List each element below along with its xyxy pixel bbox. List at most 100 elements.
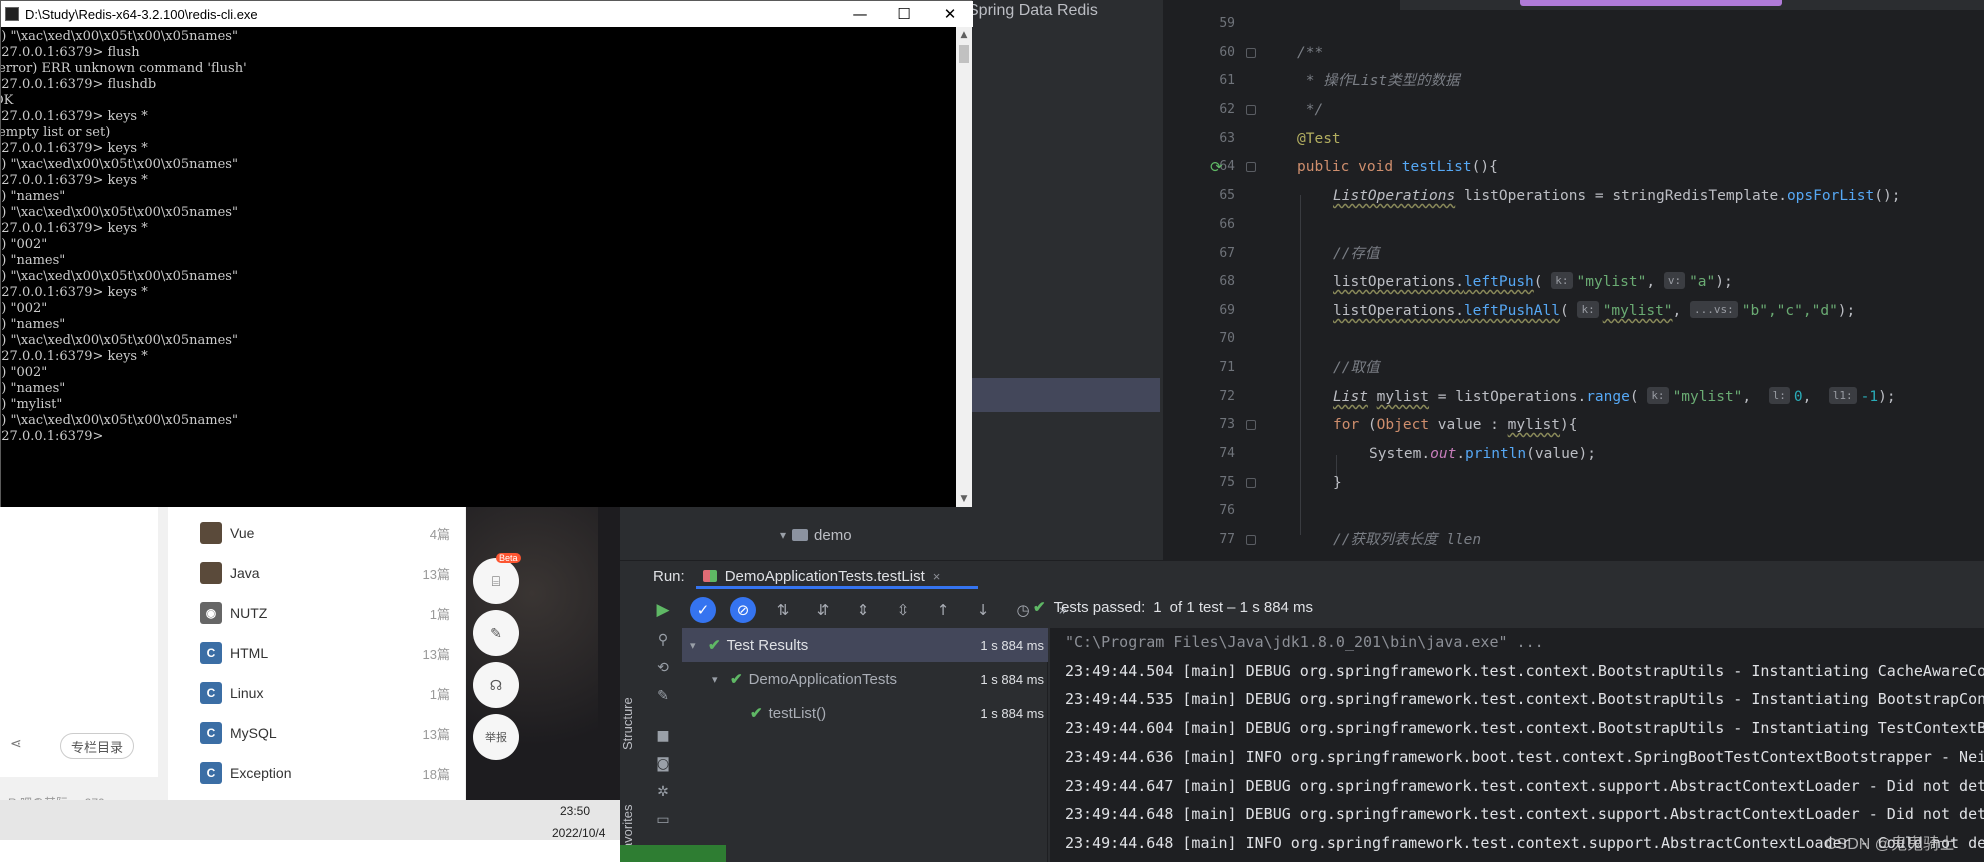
edit-icon[interactable]: ✎ bbox=[473, 610, 519, 656]
terminal-line: OK bbox=[1, 93, 14, 108]
maximize-button[interactable]: ☐ bbox=[881, 1, 927, 27]
terminal-line: 127.0.0.1:6379> bbox=[1, 429, 104, 444]
close-button[interactable]: ✕ bbox=[927, 1, 973, 27]
settings-icon[interactable]: ✲ bbox=[657, 784, 669, 800]
terminal-line: 127.0.0.1:6379> keys * bbox=[1, 285, 148, 300]
line-number: 72 bbox=[1219, 389, 1235, 404]
clock-date[interactable]: 2022/10/4 bbox=[552, 826, 605, 840]
code-token: System. bbox=[1369, 446, 1431, 462]
tests-status: ✔ Tests passed: 1 of 1 test – 1 s 884 ms bbox=[1033, 598, 1313, 617]
category-item[interactable]: C HTML 13篇 bbox=[200, 633, 450, 673]
console-output[interactable]: "C:\Program Files\Java\jdk1.8.0_201\bin\… bbox=[1050, 628, 1984, 862]
category-item[interactable]: ◉ NUTZ 1篇 bbox=[200, 593, 450, 633]
category-item[interactable]: C MySQL 13篇 bbox=[200, 713, 450, 753]
scroll-down-icon[interactable]: ▼ bbox=[956, 491, 972, 507]
code-line: //获取列表长度 llen bbox=[1333, 532, 1482, 548]
fold-marker[interactable] bbox=[1246, 535, 1256, 545]
param-hint: k: bbox=[1577, 301, 1599, 318]
chevron-down-icon[interactable]: ▾ bbox=[712, 673, 724, 686]
code-token: opsForList bbox=[1786, 188, 1875, 204]
fold-marker[interactable] bbox=[1246, 162, 1256, 172]
report-button[interactable]: 举报 bbox=[473, 714, 519, 760]
show-ignored-icon[interactable]: ⊘ bbox=[730, 597, 756, 623]
category-count: 4篇 bbox=[429, 526, 450, 542]
run-label: Run: bbox=[653, 567, 685, 585]
line-number: 68 bbox=[1219, 274, 1235, 289]
status-bar-highlight bbox=[620, 845, 726, 862]
code-token: "mylist" bbox=[1576, 274, 1647, 290]
code-token: void bbox=[1358, 159, 1394, 175]
fold-marker[interactable] bbox=[1246, 420, 1256, 430]
minimize-button[interactable]: — bbox=[837, 1, 883, 27]
code-token: "mylist" bbox=[1602, 303, 1673, 319]
clock-time[interactable]: 23:50 bbox=[560, 804, 590, 818]
code-token: mylist bbox=[1507, 417, 1561, 433]
fold-marker[interactable] bbox=[1246, 105, 1256, 115]
structure-tool-tab[interactable]: Structure bbox=[620, 690, 646, 770]
code-token: listOperations. bbox=[1333, 303, 1464, 319]
toc-button[interactable]: 专栏目录 bbox=[60, 733, 134, 759]
code-line: @Test bbox=[1297, 131, 1341, 147]
fold-marker[interactable] bbox=[1246, 48, 1256, 58]
folder-label: demo bbox=[814, 526, 852, 544]
line-number: 67 bbox=[1219, 246, 1235, 261]
collapse-all-icon[interactable]: ⇳ bbox=[890, 597, 916, 623]
run-test-icon[interactable]: ⟳ bbox=[1210, 158, 1228, 176]
console-line: 23:49:44.648 [main] DEBUG org.springfram… bbox=[1065, 805, 1984, 824]
line-number: 66 bbox=[1219, 217, 1235, 232]
code-line: System.out.println(value); bbox=[1369, 440, 1596, 469]
chevron-down-icon[interactable]: ▾ bbox=[780, 528, 786, 542]
code-token: ); bbox=[1837, 303, 1856, 319]
scroll-up-icon[interactable]: ▲ bbox=[956, 27, 972, 43]
category-item[interactable]: Vue 4篇 bbox=[200, 513, 450, 553]
code-token: 0 bbox=[1793, 389, 1803, 405]
fold-marker[interactable] bbox=[1246, 478, 1256, 488]
chevron-down-icon[interactable]: ▾ bbox=[690, 639, 702, 652]
next-failed-icon[interactable]: ↓ bbox=[970, 597, 996, 623]
rerun-icon[interactable]: ▶ bbox=[650, 597, 676, 623]
scrollbar[interactable] bbox=[956, 27, 972, 507]
stop-icon[interactable]: ■ bbox=[656, 728, 669, 744]
project-selected-row[interactable] bbox=[960, 378, 1160, 412]
sort-duration-icon[interactable]: ⇵ bbox=[810, 597, 836, 623]
camera-icon[interactable]: ◙ bbox=[656, 756, 670, 772]
scrollbar-thumb[interactable] bbox=[959, 45, 969, 63]
expand-all-icon[interactable]: ⇕ bbox=[850, 597, 876, 623]
category-item[interactable]: C Linux 1篇 bbox=[200, 673, 450, 713]
sort-alpha-icon[interactable]: ⇅ bbox=[770, 597, 796, 623]
code-token: = listOperations. bbox=[1429, 389, 1587, 405]
tree-row-class[interactable]: ▾ ✔ DemoApplicationTests 1 s 884 ms bbox=[682, 662, 1048, 696]
ai-assistant-button[interactable]: ⌸ bbox=[473, 558, 519, 604]
close-icon[interactable]: × bbox=[933, 569, 941, 584]
code-token: ){ bbox=[1560, 417, 1578, 433]
line-number: 60 bbox=[1219, 45, 1235, 60]
tree-row-test-results[interactable]: ▾ ✔ Test Results 1 s 884 ms bbox=[682, 628, 1048, 662]
tree-row-method[interactable]: ✔ testList() 1 s 884 ms bbox=[682, 696, 1048, 730]
customer-service-icon[interactable]: ☊ bbox=[473, 662, 519, 708]
code-line: //存值 bbox=[1333, 246, 1380, 262]
code-token: println bbox=[1465, 446, 1527, 462]
category-item[interactable]: Java 13篇 bbox=[200, 553, 450, 593]
line-number: 74 bbox=[1219, 446, 1235, 461]
project-folder-demo[interactable]: ▾ demo bbox=[780, 523, 852, 547]
restore-layout-icon[interactable]: ⟲ bbox=[657, 660, 669, 676]
taskbar-strip bbox=[0, 840, 620, 862]
code-line: List mylist = listOperations.range( k: "m… bbox=[1333, 387, 1896, 405]
code-token: . bbox=[1456, 446, 1466, 462]
terminal-output[interactable]: 1) "\xac\xed\x00\x05t\x00\x05names" 127.… bbox=[1, 27, 956, 507]
debug-icon[interactable]: ⚲ bbox=[658, 632, 668, 648]
test-results-tree[interactable]: ▾ ✔ Test Results 1 s 884 ms ▾ ✔ DemoAppl… bbox=[682, 628, 1048, 862]
title-bar[interactable]: D:\Study\Redis-x64-3.2.100\redis-cli.exe… bbox=[1, 1, 973, 27]
terminal-line: 2) "names" bbox=[1, 381, 66, 396]
line-number: 75 bbox=[1219, 475, 1235, 490]
share-icon[interactable]: ⋖ bbox=[10, 736, 28, 754]
layout-icon[interactable]: ▭ bbox=[656, 812, 669, 828]
category-count: 18篇 bbox=[422, 766, 450, 782]
terminal-line: 3) "mylist" bbox=[1, 397, 63, 412]
category-item[interactable]: C Exception 18篇 bbox=[200, 753, 450, 793]
previous-failed-icon[interactable]: ↑ bbox=[930, 597, 956, 623]
status-count: 1 bbox=[1153, 598, 1162, 616]
wrench-icon[interactable]: ✎ bbox=[657, 688, 669, 704]
show-passed-icon[interactable]: ✓ bbox=[690, 597, 716, 623]
code-token: List bbox=[1333, 389, 1368, 405]
